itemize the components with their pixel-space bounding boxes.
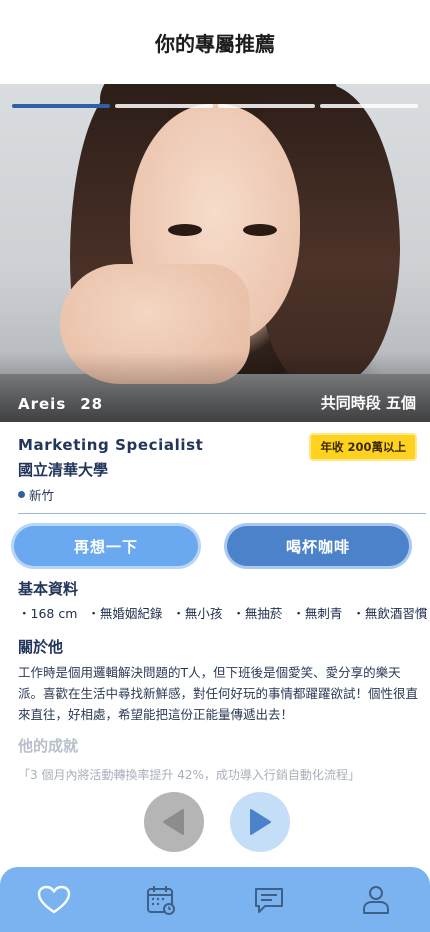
profile-age: 28	[80, 395, 104, 413]
chat-icon	[254, 887, 283, 913]
photo-eye-left	[168, 224, 202, 236]
coffee-button[interactable]: 喝杯咖啡	[227, 526, 409, 566]
name-age: Areis 28	[18, 395, 103, 413]
achievements-text: 「3 個月內將活動轉換率提升 42%，成功導入行銷自動化流程」	[18, 768, 360, 782]
location-label: 新竹	[29, 488, 55, 503]
profile-school: 國立清華大學	[18, 461, 109, 479]
basic-info-title: 基本資料	[18, 580, 79, 598]
profile-photo[interactable]: Areis 28 共同時段 五個	[0, 84, 430, 422]
basic-info-tag: ・168 cm	[18, 606, 78, 621]
page-title: 你的專屬推薦	[155, 31, 275, 56]
basic-info-tag: ・無婚姻紀錄	[87, 606, 163, 621]
tab-profile[interactable]	[346, 875, 406, 925]
photo-progress-segment[interactable]	[114, 104, 213, 108]
about-title: 關於他	[18, 638, 64, 656]
photo-progress-segment[interactable]	[12, 104, 110, 108]
location-dot-icon	[18, 491, 25, 498]
basic-info-tag: ・無小孩	[172, 606, 223, 621]
photo-progress-segment[interactable]	[217, 104, 316, 108]
previous-button[interactable]	[144, 792, 204, 852]
bottom-tab-bar	[0, 867, 430, 932]
reconsider-button[interactable]: 再想一下	[14, 526, 198, 566]
next-button[interactable]	[230, 792, 290, 852]
about-text: 工作時是個用邏輯解決問題的T人，但下班後是個愛笑、愛分享的樂天派。喜歡在生活中尋…	[18, 665, 419, 722]
achievements-title: 他的成就	[18, 737, 79, 755]
basic-info-tag: ・無抽菸	[232, 606, 283, 621]
tab-schedule[interactable]	[131, 875, 191, 925]
shared-time-slots: 共同時段 五個	[320, 394, 416, 412]
tab-favorites[interactable]	[24, 875, 84, 925]
user-icon	[363, 885, 390, 914]
basic-info-tag: ・無刺青	[292, 606, 343, 621]
profile-location: 新竹	[18, 485, 414, 504]
triangle-right-icon	[250, 809, 271, 835]
divider	[18, 513, 426, 514]
tab-messages[interactable]	[239, 875, 299, 925]
basic-info-tags: ・168 cm ・無婚姻紀錄 ・無小孩 ・無抽菸 ・無刺青 ・無飲酒習慣	[18, 603, 428, 622]
calendar-icon	[147, 885, 176, 915]
profile-name: Areis	[18, 395, 67, 413]
photo-progress-segment[interactable]	[320, 104, 418, 108]
triangle-left-icon	[163, 809, 184, 835]
photo-eye-right	[243, 224, 277, 236]
income-badge: 年收 200萬以上	[311, 435, 415, 459]
photo-progress	[12, 104, 418, 108]
basic-info-tag: ・無飲酒習慣	[352, 606, 428, 621]
heart-icon	[37, 885, 70, 913]
